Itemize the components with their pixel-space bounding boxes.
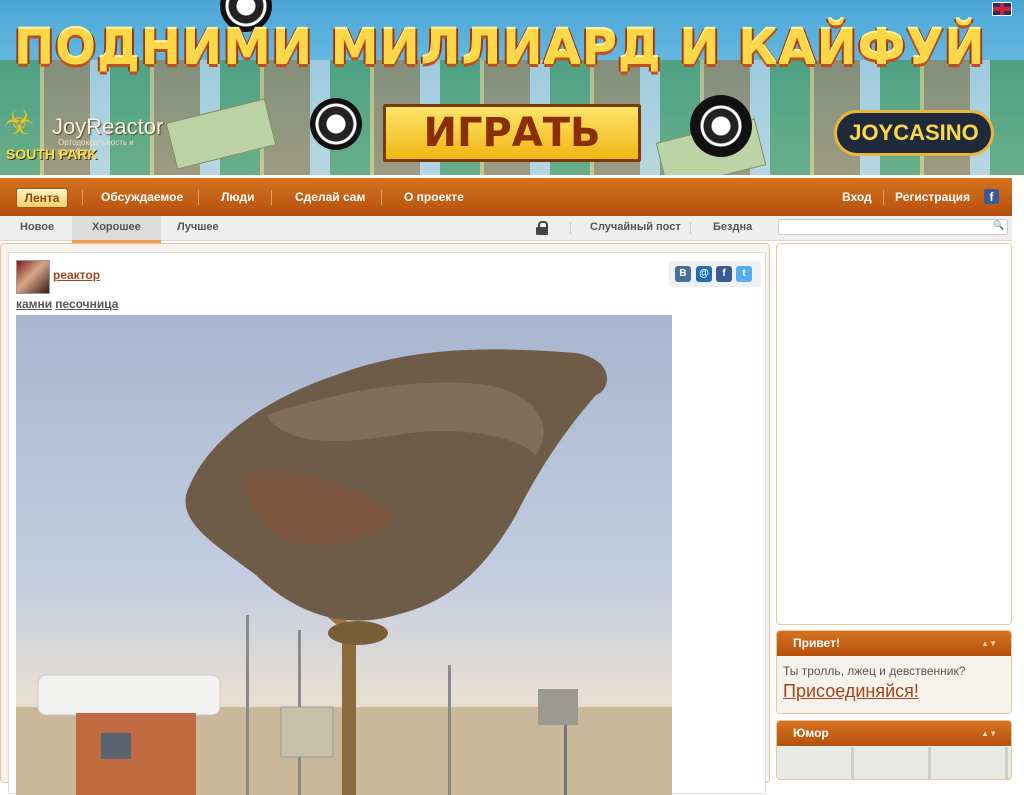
nav-item-feed[interactable]: Лента bbox=[16, 188, 68, 208]
banner-headline: ПОДНИМИ МИЛЛИАРД И КАЙФУЙ bbox=[14, 20, 986, 76]
site-logo[interactable]: ☣ JoyReactor Ортодоксальность и целибат … bbox=[0, 100, 163, 172]
random-post-link[interactable]: Случайный пост bbox=[590, 216, 681, 240]
tab-good[interactable]: Хорошее bbox=[72, 216, 161, 243]
collapse-toggle-icon[interactable]: ▲▼ bbox=[981, 721, 997, 746]
biohazard-icon: ☣ bbox=[4, 104, 35, 142]
humor-block-header[interactable]: Юмор ▲▼ bbox=[777, 721, 1011, 746]
south-park-badge: SOUTH PARK bbox=[6, 146, 98, 162]
tab-new[interactable]: Новое bbox=[20, 216, 54, 240]
welcome-block: Привет! ▲▼ Ты тролль, лжец и девственник… bbox=[776, 630, 1012, 714]
nav-divider bbox=[570, 222, 571, 234]
humor-title: Юмор bbox=[793, 726, 829, 740]
abyss-link[interactable]: Бездна bbox=[713, 216, 752, 240]
humor-block: Юмор ▲▼ bbox=[776, 720, 1012, 780]
welcome-title: Привет! bbox=[793, 636, 840, 650]
nav-divider bbox=[271, 190, 272, 205]
poker-chip-icon bbox=[690, 95, 752, 157]
post-author-link[interactable]: реактор bbox=[53, 268, 100, 282]
humor-thumbnails[interactable] bbox=[777, 747, 1011, 779]
nav-divider bbox=[198, 190, 199, 205]
sub-nav: Новое Хорошее Лучшее Случайный пост Безд… bbox=[0, 216, 1012, 243]
avatar[interactable] bbox=[16, 260, 50, 294]
tag-link[interactable]: песочница bbox=[55, 297, 118, 311]
vk-share-icon[interactable]: B bbox=[675, 266, 691, 282]
hanging-rock-photo bbox=[16, 349, 672, 795]
login-link[interactable]: Вход bbox=[842, 178, 872, 216]
main-nav: Лента Обсуждаемое Люди Сделай сам О прое… bbox=[0, 178, 1012, 216]
poker-chip-icon bbox=[310, 98, 362, 150]
nav-item-discussed[interactable]: Обсуждаемое bbox=[101, 178, 183, 216]
content-column: реактор B @ f t камни песочница bbox=[0, 243, 770, 795]
share-buttons: B @ f t bbox=[669, 261, 761, 287]
casino-ad-banner[interactable]: ПОДНИМИ МИЛЛИАРД И КАЙФУЙ ИГРАТЬ JOYCASI… bbox=[0, 0, 1024, 175]
lock-icon[interactable] bbox=[536, 221, 548, 235]
mailru-share-icon[interactable]: @ bbox=[696, 266, 712, 282]
tag-link[interactable]: камни bbox=[16, 297, 52, 311]
search-input[interactable] bbox=[778, 219, 1008, 235]
post-tags: камни песочница bbox=[16, 297, 121, 311]
twitter-share-icon[interactable]: t bbox=[736, 266, 752, 282]
uk-flag-icon[interactable] bbox=[992, 2, 1012, 16]
facebook-share-icon[interactable]: f bbox=[716, 266, 732, 282]
post-image[interactable] bbox=[16, 315, 672, 795]
facebook-icon[interactable]: f bbox=[984, 189, 999, 204]
welcome-block-header[interactable]: Привет! ▲▼ bbox=[777, 631, 1011, 656]
welcome-message: Ты тролль, лжец и девственник? bbox=[783, 664, 966, 678]
join-link[interactable]: Присоединяйся! bbox=[783, 681, 919, 702]
nav-divider bbox=[883, 190, 884, 205]
nav-divider bbox=[82, 190, 83, 205]
nav-divider bbox=[690, 222, 691, 234]
tab-best[interactable]: Лучшее bbox=[177, 216, 219, 240]
nav-item-about[interactable]: О проекте bbox=[404, 178, 464, 216]
post-card: реактор B @ f t камни песочница bbox=[8, 252, 766, 795]
sidebar-ad-slot bbox=[776, 243, 1012, 625]
logo-name: JoyReactor bbox=[52, 114, 164, 139]
play-button[interactable]: ИГРАТЬ bbox=[383, 104, 641, 162]
joycasino-logo[interactable]: JOYCASINO bbox=[834, 110, 994, 156]
collapse-toggle-icon[interactable]: ▲▼ bbox=[981, 631, 997, 656]
nav-divider bbox=[381, 190, 382, 205]
search-icon[interactable]: 🔍 bbox=[993, 220, 1004, 231]
register-link[interactable]: Регистрация bbox=[895, 178, 970, 216]
nav-item-diy[interactable]: Сделай сам bbox=[295, 178, 365, 216]
nav-item-people[interactable]: Люди bbox=[221, 178, 255, 216]
